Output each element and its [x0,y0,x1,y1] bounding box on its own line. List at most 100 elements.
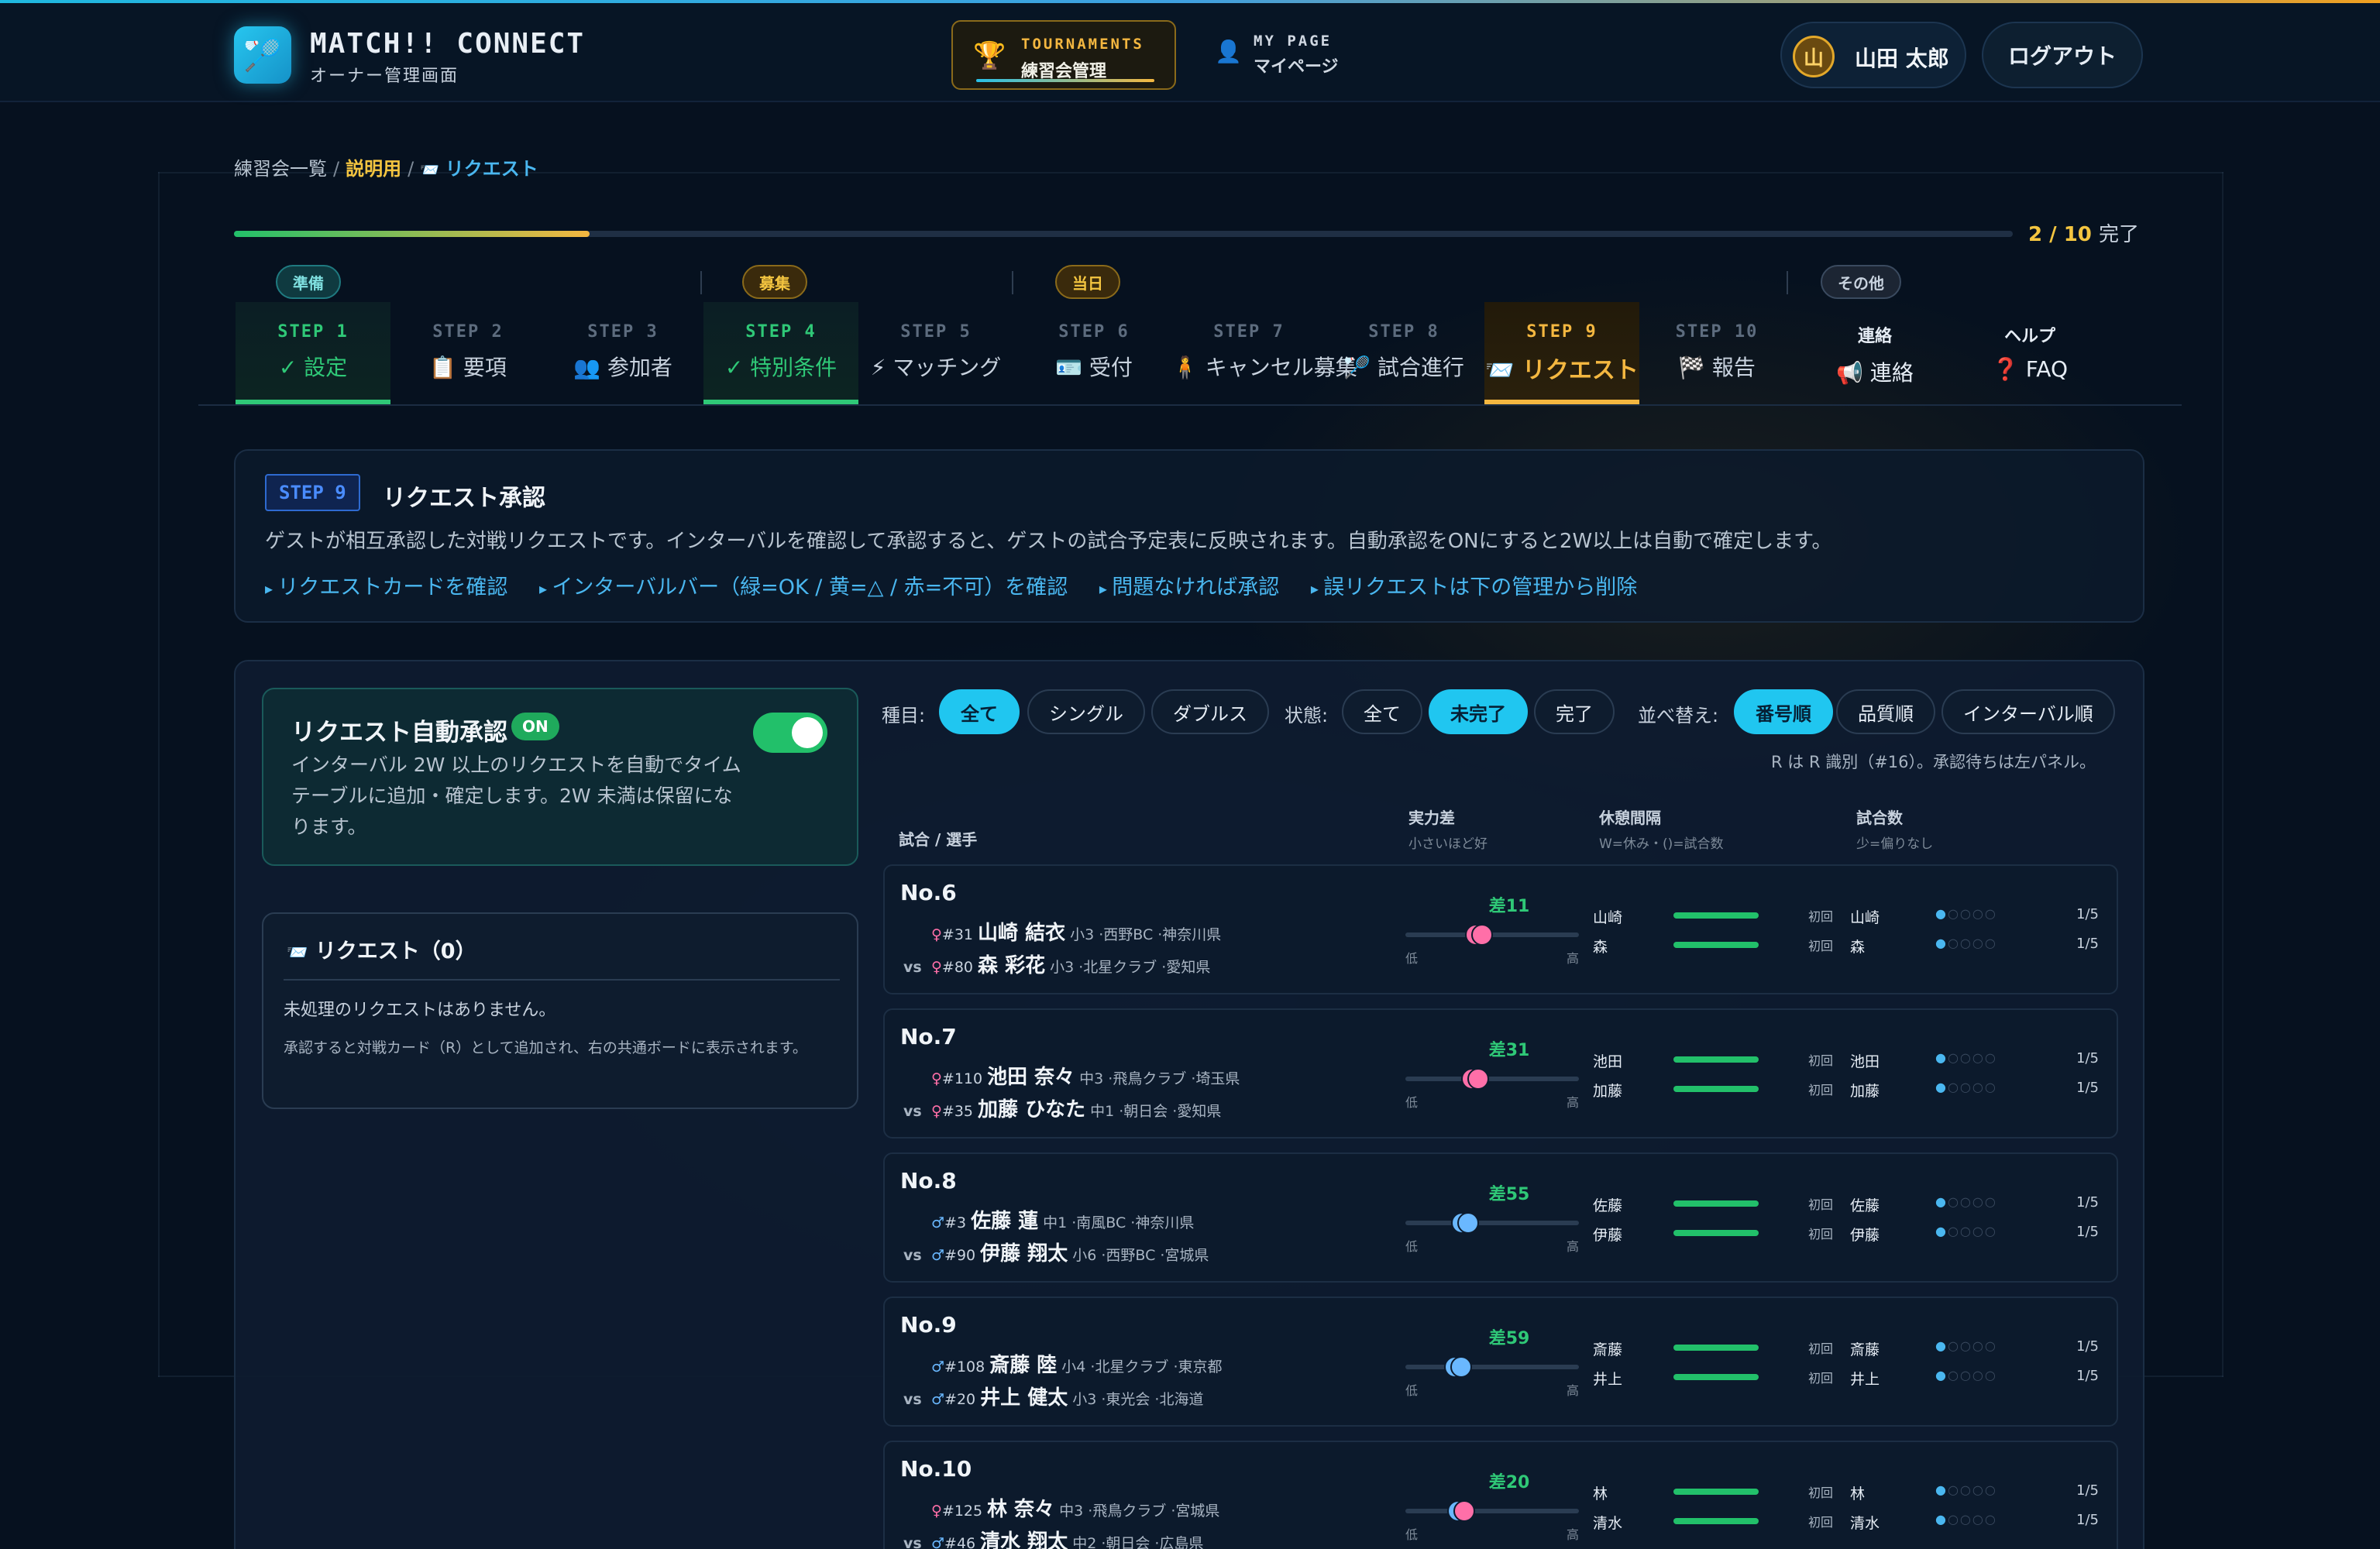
auto-approve-toggle[interactable] [753,713,827,753]
player-1: ♂#3 佐藤 蓮中1 ·南風BC ·神奈川県 [903,1205,1194,1234]
nav-mypage[interactable]: 👤 MY PAGE マイページ [1209,29,1364,77]
first-label: 初回 [1808,1197,1834,1212]
diff-low-label: 低 [1405,1239,1419,1254]
tab-step-3[interactable]: STEP 3 👥 参加者 [545,302,700,404]
logout-button[interactable]: ログアウト [1982,22,2143,88]
player-1-marker [1467,1068,1489,1090]
breadcrumb-root[interactable]: 練習会一覧 [234,158,327,180]
player-1: ♀#125 林 奈々 中3 ·飛鳥クラブ ·宮城県 [903,1493,1219,1522]
player-2: vs ♂#90 伊藤 翔太 小6 ·西野BC ·宮城県 [903,1242,1209,1266]
count-value: 1/5 [2076,1194,2099,1211]
player-meta: 小6 ·西野BC ·宮城県 [1072,1247,1209,1264]
diff-high-label: 高 [1567,1239,1580,1254]
rest-player-1: 佐藤 [1593,1197,1623,1214]
filter-state-all[interactable]: 全て [1342,689,1422,734]
first-label: 初回 [1808,1227,1834,1242]
player-2: vs ♀#80 森 彩花 小3 ·北星クラブ ·愛知県 [903,954,1211,977]
brand-name: MATCH!! CONNECT [310,28,586,60]
trophy-icon: 🏆 [973,40,1006,71]
player-1-marker [1471,924,1493,946]
match-number: No.10 [900,1456,972,1482]
user-menu[interactable]: 山 山田 太郎 [1780,22,1966,88]
tab-step-4[interactable]: STEP 4 ✓ 特別条件 [703,302,858,404]
approve-note: 承認すると対戦カード（R）として追加され、右の共通ボードに表示されます。 [284,1039,807,1056]
auto-approve-description: インターバル 2W 以上のリクエストを自動でタイムテーブルに追加・確定します。2… [291,754,741,838]
rest-player-2: 森 [1593,939,1608,956]
filter-type-all[interactable]: 全て [939,689,1020,734]
player-id: #80 [941,959,974,976]
player-id: #90 [944,1247,976,1264]
tab-step-6[interactable]: STEP 6 🪪 受付 [1016,302,1171,404]
skill-diff-track [1405,1068,1579,1090]
auto-approve-card: リクエスト自動承認 ON インターバル 2W 以上のリクエストを自動でタイムテー… [262,688,858,866]
first-label: 初回 [1808,1515,1834,1530]
rest-bar [1673,1200,1759,1207]
rest-bar [1673,1518,1759,1524]
count-dots: ●○○○○ [1935,1368,1997,1382]
count-dots: ●○○○○ [1935,1338,1997,1353]
sort-interval[interactable]: インターバル順 [1941,689,2115,734]
first-label: 初回 [1808,909,1834,924]
diff-high-label: 高 [1567,1527,1580,1542]
rest-player-1: 山崎 [1593,909,1623,926]
count-player-1: 佐藤 [1850,1197,1880,1214]
tab-step-8[interactable]: STEP 8 🏸 試合進行 [1326,302,1481,404]
rest-bar [1673,1230,1759,1236]
player-meta: 中3 ·飛鳥クラブ ·宮城県 [1059,1503,1220,1520]
rest-bar [1673,1489,1759,1495]
col-diff: 実力差 小さいほど好 [1408,809,1488,852]
filter-type-double[interactable]: ダブルス [1151,689,1269,734]
filter-type-single[interactable]: シングル [1027,689,1145,734]
step-info-card: STEP 9 リクエスト承認 ゲストが相互承認した対戦リクエストです。インターバ… [234,449,2144,623]
sort-quality[interactable]: 品質順 [1836,689,1935,734]
player-1-marker [1450,1356,1472,1378]
player-name: 森 彩花 [978,954,1046,977]
match-row[interactable]: No.9 ♂#108 斎藤 陸小4 ·北星クラブ ·東京都 vs ♂#20 井上 健太… [883,1297,2118,1427]
step-description: ゲストが相互承認した対戦リクエストです。インターバルを確認して承認すると、ゲスト… [265,530,1832,553]
filter-state-incomplete[interactable]: 未完了 [1429,689,1528,734]
tab-step-10[interactable]: STEP 10 🏁 報告 [1639,302,1794,404]
tab-contact[interactable]: 連絡 📢 連絡 [1797,302,1952,404]
count-dots: ●○○○○ [1935,936,1997,950]
player-meta: 小3 ·西野BC ·神奈川県 [1070,926,1222,943]
player-meta: 中1 ·南風BC ·神奈川県 [1043,1214,1195,1231]
match-list: No.6 ♀#31 山崎 結衣 小3 ·西野BC ·神奈川県 vs ♀#80 森 彩花小… [883,864,2118,1549]
match-row[interactable]: No.8 ♂#3 佐藤 蓮中1 ·南風BC ·神奈川県 vs ♂#90 伊藤 翔太 小6… [883,1152,2118,1283]
player-1: ♂#108 斎藤 陸小4 ·北星クラブ ·東京都 [903,1349,1223,1378]
rest-player-1: 池田 [1593,1053,1623,1070]
tab-step-9[interactable]: STEP 9 📨 リクエスト [1484,302,1639,404]
player-name: 加藤 ひなた [978,1098,1086,1121]
player-id: #46 [944,1535,976,1549]
sort-number[interactable]: 番号順 [1734,689,1833,734]
tab-step-7[interactable]: STEP 7 🧍 キャンセル募集 [1171,302,1357,404]
player-2: vs ♂#46 清水 翔太 中2 ·朝日会 ·広島県 [903,1526,1203,1549]
count-value: 1/5 [2076,1368,2099,1384]
step-tips: リクエストカードを確認 インターバルバー（緑=OK / 黄=△ / 赤=不可）を… [265,570,1662,600]
player-meta: 小3 ·東光会 ·北海道 [1072,1391,1204,1408]
nav-tournaments[interactable]: 🏆 TOURNAMENTS 練習会管理 [951,20,1176,90]
tab-step-5[interactable]: STEP 5 ⚡ マッチング [858,302,1013,404]
brand-subtitle: オーナー管理画面 [310,67,459,86]
first-label: 初回 [1808,939,1834,953]
badminton-logo-icon[interactable]: 🏸 [234,26,291,84]
mail-icon: 📨 [420,160,440,179]
tab-step-2[interactable]: STEP 2 📋 要項 [390,302,545,404]
tab-faq[interactable]: ヘルプ ❓ FAQ [1952,302,2107,404]
count-value: 1/5 [2076,936,2099,952]
match-row[interactable]: No.10 ♀#125 林 奈々 中3 ·飛鳥クラブ ·宮城県 vs ♂#46 清水 翔… [883,1441,2118,1549]
match-row[interactable]: No.6 ♀#31 山崎 結衣 小3 ·西野BC ·神奈川県 vs ♀#80 森 彩花小… [883,864,2118,994]
match-row[interactable]: No.7 ♀#110 池田 奈々 中3 ·飛鳥クラブ ·埼玉県 vs ♀#35 加藤 ひ… [883,1008,2118,1139]
tab-step-1[interactable]: STEP 1 ✓ 設定 [236,302,390,404]
diff-high-label: 高 [1567,1383,1580,1398]
diff-low-label: 低 [1405,1527,1419,1542]
breadcrumb-page: リクエスト [445,158,538,180]
skill-diff-track [1405,1212,1579,1234]
skill-diff-track [1405,1356,1579,1378]
breadcrumb-current[interactable]: 説明用 [346,158,401,180]
player-2: vs ♀#35 加藤 ひなた 中1 ·朝日会 ·愛知県 [903,1098,1222,1121]
count-dots: ●○○○○ [1935,906,1997,921]
rest-bar [1673,942,1759,948]
player-name: 井上 健太 [980,1386,1068,1410]
col-count: 試合数 少=偏りなし [1856,809,1934,852]
filter-state-done[interactable]: 完了 [1534,689,1615,734]
